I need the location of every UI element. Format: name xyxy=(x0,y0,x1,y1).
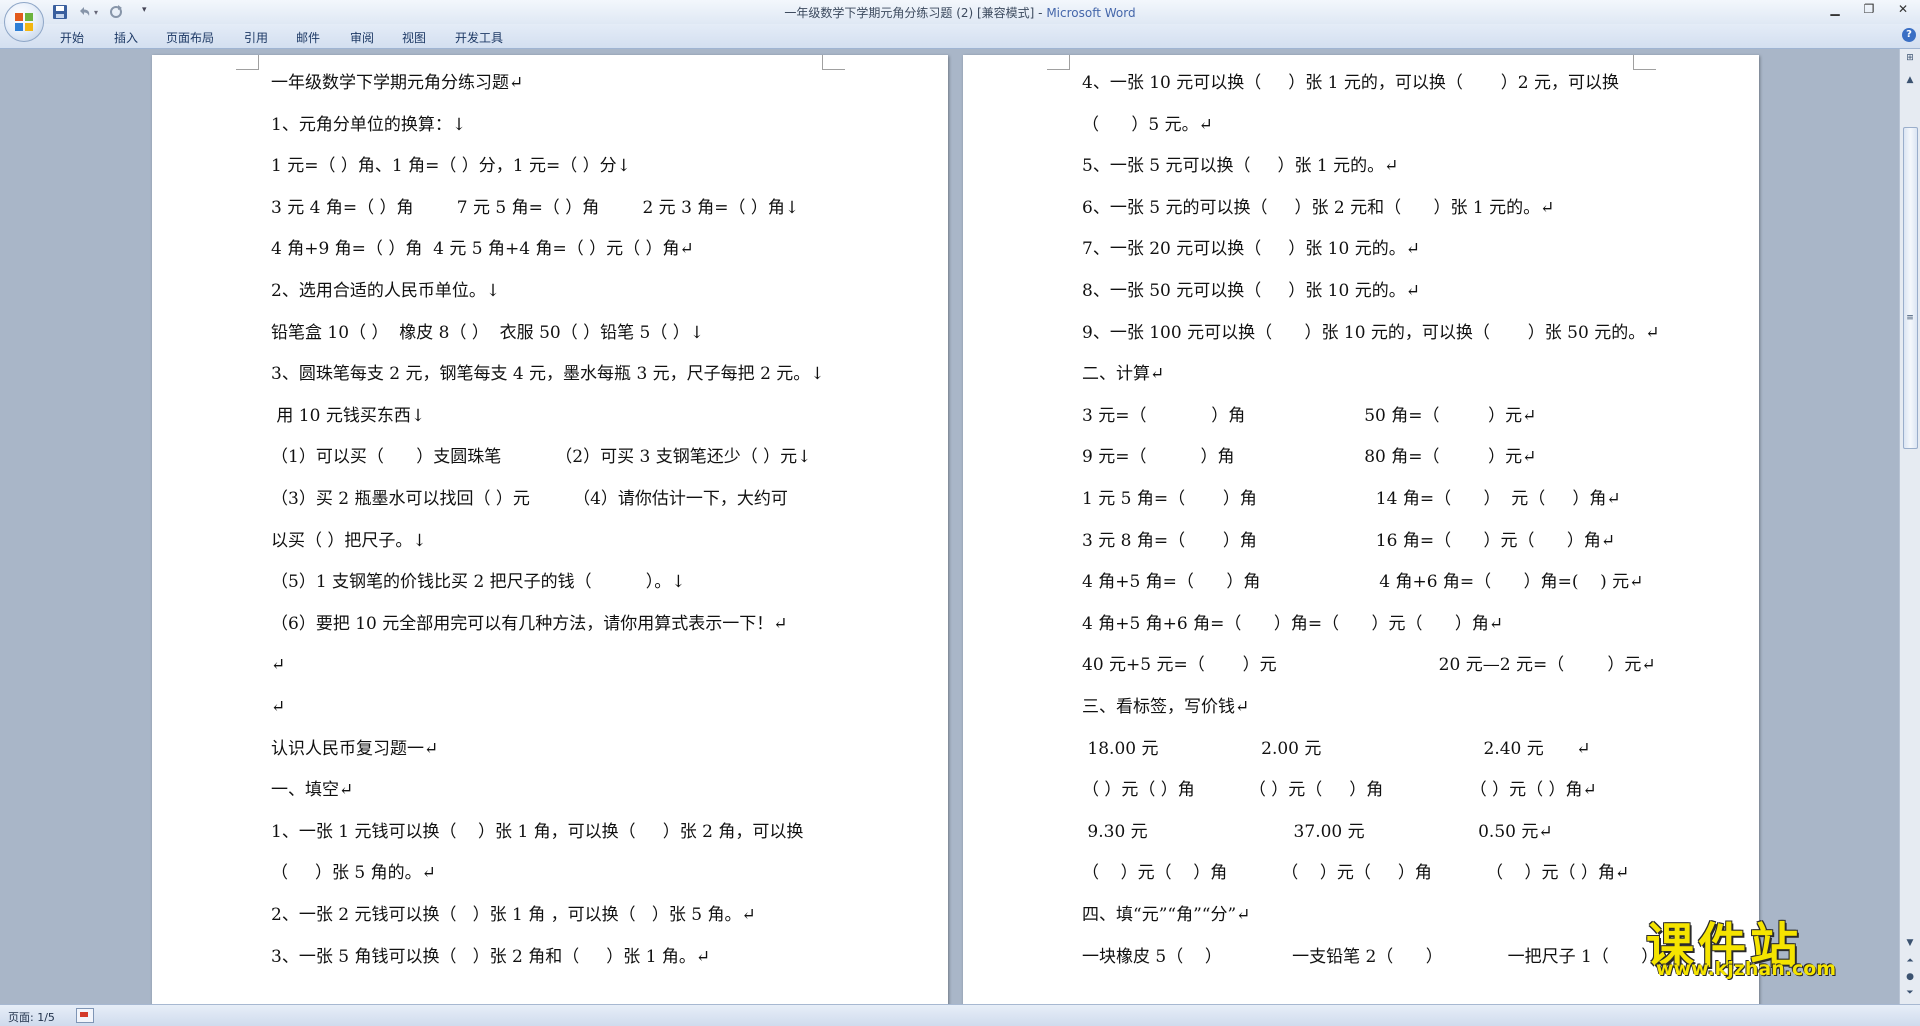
window-title: 一年级数学下学期元角分练习题 (2) [兼容模式] - Microsoft Wo… xyxy=(0,4,1920,21)
tab-page-layout[interactable]: 页面布局 xyxy=(166,29,214,46)
document-workspace[interactable]: 一年级数学下学期元角分练习题↵ 1、元角分单位的换算：↓ 1 元=（ ）角、1 角=… xyxy=(0,49,1900,1004)
previous-page-icon[interactable]: ⏶ xyxy=(1903,954,1917,968)
tab-insert[interactable]: 插入 xyxy=(114,29,138,46)
scroll-down-icon[interactable]: ▼ xyxy=(1903,936,1917,950)
tab-review[interactable]: 审阅 xyxy=(350,29,374,46)
office-logo-icon xyxy=(15,13,33,31)
page-indicator[interactable]: 页面: 1/5 xyxy=(8,1009,55,1025)
text-line: 二、计算↵ xyxy=(1082,364,1165,385)
close-icon[interactable]: ✕ xyxy=(1886,0,1920,18)
next-page-icon[interactable]: ⏷ xyxy=(1903,986,1917,1000)
text-line: 4 角+9 角=（ ）角 4 元 5 角+4 角=（ ）元（ ）角↵ xyxy=(271,239,694,260)
ruler-toggle-icon[interactable]: ⊞ xyxy=(1903,51,1917,65)
text-line: 5、一张 5 元可以换（ ）张 1 元的。↵ xyxy=(1082,156,1399,177)
text-line: 18.00 元 2.00 元 2.40 元 ↵ xyxy=(1082,738,1591,759)
text-line: 40 元+5 元=（ ）元 20 元—2 元=（ ）元↵ xyxy=(1082,655,1656,676)
watermark-url: www.kjzhan.com xyxy=(1656,958,1837,980)
document-page-left[interactable]: 一年级数学下学期元角分练习题↵ 1、元角分单位的换算：↓ 1 元=（ ）角、1 角=… xyxy=(152,55,948,1004)
text-line: 2、一张 2 元钱可以换（ ）张 1 角 ，可以换（ ）张 5 角。↵ xyxy=(271,905,756,925)
tab-mailings[interactable]: 邮件 xyxy=(296,29,320,46)
text-line: 3、一张 5 角钱可以换（ ）张 2 角和（ ）张 1 角。↵ xyxy=(271,946,711,967)
scroll-thumb[interactable] xyxy=(1903,127,1918,449)
document-title: 一年级数学下学期元角分练习题 (2) [兼容模式] - xyxy=(784,6,1047,20)
scroll-grip-icon: ≡ xyxy=(1906,313,1914,323)
proofing-icon[interactable] xyxy=(76,1008,94,1023)
minimize-icon[interactable]: ▁ xyxy=(1818,0,1852,18)
text-line: 一年级数学下学期元角分练习题↵ xyxy=(271,73,524,93)
margin-corner-mark xyxy=(1047,55,1070,70)
text-line: 3 元 4 角=（ ）角 7 元 5 角=（ ）角 2 元 3 角=（ ）角↓ xyxy=(271,197,800,218)
margin-corner-mark xyxy=(1633,55,1656,70)
text-line: （ ）元（ ）角 （ ）元（ ）角 （ ）元（ ）角↵ xyxy=(1082,863,1630,884)
text-line: 1 元 5 角=（ ）角 14 角=（ ） 元（ ）角↵ xyxy=(1082,489,1621,509)
text-line: （6）要把 10 元全部用完可以有几种方法，请你用算式表示一下！↵ xyxy=(271,613,788,634)
text-line: （1）可以买（ ）支圆珠笔 （2）可买 3 支钢笔还少（ ）元↓ xyxy=(271,447,812,468)
tab-references[interactable]: 引用 xyxy=(244,29,268,46)
title-bar: ▾ ▾ 一年级数学下学期元角分练习题 (2) [兼容模式] - Microsof… xyxy=(0,0,1920,42)
text-line: 9、一张 100 元可以换（ ）张 10 元的，可以换（ ）张 50 元的。↵ xyxy=(1082,322,1660,343)
text-line: 7、一张 20 元可以换（ ）张 10 元的。↵ xyxy=(1082,239,1420,260)
tab-home[interactable]: 开始 xyxy=(60,29,84,46)
text-line: 以买（ ）把尺子。↓ xyxy=(271,530,427,551)
text-line: （ ）张 5 角的。↵ xyxy=(271,863,436,884)
text-line: 一、填空↵ xyxy=(271,780,354,801)
text-line: ↵ xyxy=(271,697,286,717)
app-name: Microsoft Word xyxy=(1046,6,1136,20)
text-line: （3）买 2 瓶墨水可以找回（ ）元 （4）请你估计一下，大约可 xyxy=(271,489,788,509)
text-line: 4 角+5 角=（ ）角 4 角+6 角=（ ）角=( ) 元↵ xyxy=(1082,572,1644,593)
status-bar: 页面: 1/5 xyxy=(0,1004,1920,1026)
tab-developer[interactable]: 开发工具 xyxy=(455,29,503,46)
scroll-up-icon[interactable]: ▲ xyxy=(1903,73,1917,87)
text-line: （5）1 支钢笔的价钱比买 2 把尺子的钱（ ）。↓ xyxy=(271,572,686,593)
text-line: 3 元=（ ）角 50 角=（ ）元↵ xyxy=(1082,405,1537,426)
office-button[interactable] xyxy=(4,2,44,42)
text-line: 1、一张 1 元钱可以换（ ）张 1 角，可以换（ ）张 2 角，可以换 xyxy=(271,821,804,842)
ribbon-tab-bar: 开始 插入 页面布局 引用 邮件 审阅 视图 开发工具 ? xyxy=(0,24,1920,49)
text-line: 6、一张 5 元的可以换（ ）张 2 元和（ ）张 1 元的。↵ xyxy=(1082,197,1555,218)
margin-corner-mark xyxy=(236,55,259,70)
text-line: 4、一张 10 元可以换（ ）张 1 元的，可以换（ ）2 元，可以换 xyxy=(1082,73,1619,93)
help-icon[interactable]: ? xyxy=(1902,28,1916,42)
text-line: （ ）元（ ）角 （ ）元（ ）角 （ ）元（ ）角↵ xyxy=(1082,780,1597,801)
text-line: 3、圆珠笔每支 2 元，钢笔每支 4 元，墨水每瓶 3 元，尺子每把 2 元。↓ xyxy=(271,364,825,385)
text-line: 4 角+5 角+6 角=（ ）角=（ ）元（ ）角↵ xyxy=(1082,613,1504,634)
watermark-logo: 课件站 www.kjzhan.com xyxy=(1646,910,1876,980)
text-line: 9.30 元 37.00 元 0.50 元↵ xyxy=(1082,821,1553,842)
text-line: 三、看标签，写价钱↵ xyxy=(1082,697,1250,717)
document-page-right[interactable]: 4、一张 10 元可以换（ ）张 1 元的，可以换（ ）2 元，可以换 （ ）5 … xyxy=(963,55,1759,1004)
text-line: 一块橡皮 5（ ） 一支铅笔 2（ ） 一把尺子 1（ ）↵ xyxy=(1082,946,1673,967)
text-line: 用 10 元钱买东西↓ xyxy=(271,405,426,426)
browse-object-icon[interactable]: ● xyxy=(1903,970,1917,984)
text-line: 1 元=（ ）角、1 角=（ ）分，1 元=（ ）分↓ xyxy=(271,156,631,177)
text-line: 1、元角分单位的换算：↓ xyxy=(271,114,467,135)
tab-view[interactable]: 视图 xyxy=(402,29,426,46)
vertical-scrollbar[interactable]: ⊞ ▲ ≡ ▼ ⏶ ● ⏷ xyxy=(1899,49,1920,1004)
text-line: 认识人民币复习题一↵ xyxy=(271,738,439,759)
text-line: （ ）5 元。↵ xyxy=(1082,114,1213,135)
text-line: 9 元=（ ）角 80 角=（ ）元↵ xyxy=(1082,447,1537,468)
text-line: 铅笔盒 10（ ） 橡皮 8（ ） 衣服 50（ ）铅笔 5（ ）↓ xyxy=(271,322,704,343)
text-line: 2、选用合适的人民币单位。↓ xyxy=(271,281,501,301)
maximize-icon[interactable]: ❐ xyxy=(1852,0,1886,18)
text-line: 四、填“元”“角”“分”↵ xyxy=(1082,905,1251,925)
text-line: ↵ xyxy=(271,655,286,676)
text-line: 3 元 8 角=（ ）角 16 角=（ ）元（ ）角↵ xyxy=(1082,530,1616,551)
text-line: 8、一张 50 元可以换（ ）张 10 元的。↵ xyxy=(1082,281,1420,301)
margin-corner-mark xyxy=(822,55,845,70)
